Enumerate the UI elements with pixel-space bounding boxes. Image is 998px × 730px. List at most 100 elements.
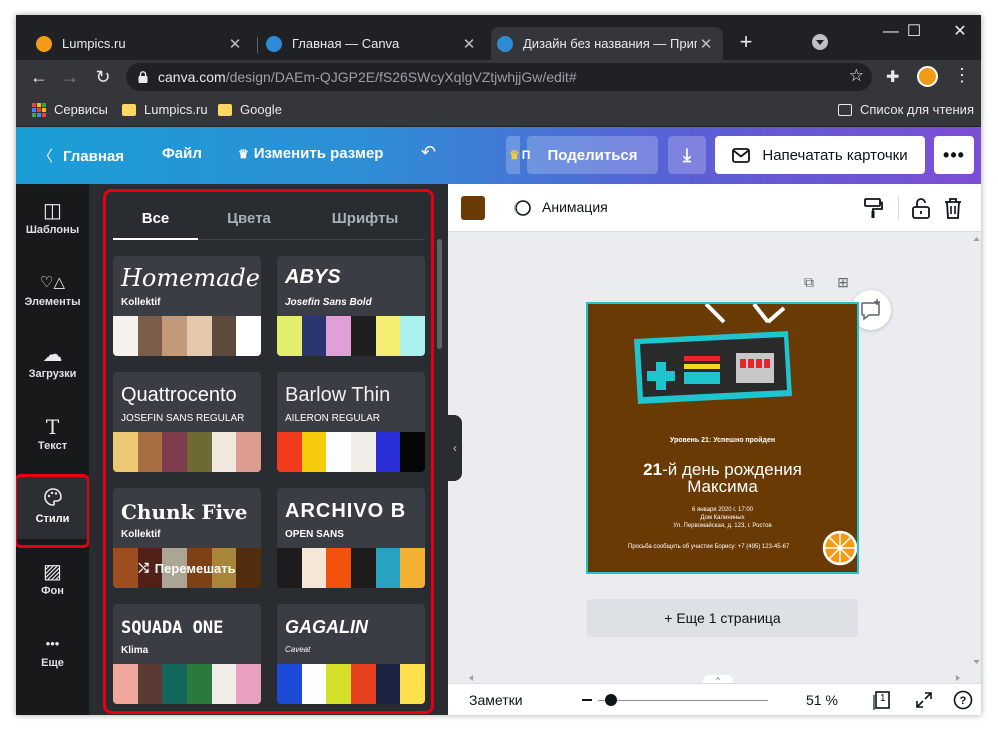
design-canvas[interactable]: Уровень 21: Успешно пройден 21-й день ро… [586, 302, 859, 574]
tab-strip: Lumpics.ru ✕ Главная — Canva ✕ Дизайн бе… [16, 15, 981, 60]
editor-scrollbar-vertical[interactable] [972, 232, 981, 673]
download-icon[interactable]: ⤓ [668, 136, 706, 174]
styles-panel: Все Цвета Шрифты Homemade a Kollektif AB… [89, 184, 448, 715]
profile-avatar[interactable] [917, 66, 938, 87]
bookmark-google[interactable]: Google [218, 102, 282, 117]
envelope-icon [732, 147, 751, 163]
canva-favicon-icon [497, 35, 513, 52]
rail-more[interactable]: ••• Еще [16, 621, 89, 683]
close-tab-icon[interactable]: ✕ [460, 35, 478, 53]
help-icon[interactable]: ? [953, 690, 973, 710]
rail-background[interactable]: ▨ Фон [16, 549, 89, 611]
tab-title: Главная — Canva [292, 36, 400, 51]
background-hatch-icon: ▨ [43, 561, 62, 583]
tab-lumpics[interactable]: Lumpics.ru ✕ [30, 27, 252, 60]
notes-button[interactable]: Заметки [469, 692, 523, 708]
rail-text[interactable]: T Текст [16, 404, 89, 466]
unlock-icon[interactable] [910, 196, 932, 220]
maximize-icon[interactable]: ☐ [891, 21, 937, 45]
editor-bottom-bar: Заметки 51 % 1 ? [448, 683, 981, 715]
forward-icon[interactable]: → [57, 64, 83, 90]
upload-cloud-icon: ☁ [42, 344, 63, 366]
reading-list-icon [838, 103, 852, 116]
close-tab-icon[interactable]: ✕ [697, 35, 715, 53]
upgrade-button[interactable]: ♛ П [506, 136, 530, 174]
tab-title: Дизайн без названия — Пригл [523, 36, 697, 51]
more-options-button[interactable]: ••• [934, 136, 974, 174]
side-rail: ◫ Шаблоны ♡△ Элементы ☁ Загрузки T Текст Сти… [16, 184, 90, 715]
close-tab-icon[interactable]: ✕ [226, 35, 244, 53]
design-title: 21-й день рождения Максима [643, 460, 802, 496]
elements-icon: ♡△ [40, 274, 65, 291]
panel-scrollbar[interactable] [437, 239, 442, 349]
undo-icon[interactable]: ↶ [421, 142, 436, 163]
text-icon: T [45, 415, 60, 439]
rail-uploads[interactable]: ☁ Загрузки [16, 332, 89, 394]
more-dots-icon: ••• [45, 636, 60, 651]
apps-grid-icon [32, 102, 46, 117]
add-page-button[interactable]: + Еще 1 страница [587, 599, 858, 637]
svg-text:?: ? [960, 695, 967, 707]
canva-header: 〈 Главная Файл ♛ Изменить размер ↶ ♛ П Поде… [16, 127, 981, 184]
tab-canva-home[interactable]: Главная — Canva ✕ [260, 27, 486, 60]
copy-style-icon[interactable] [862, 196, 884, 220]
duplicate-page-icon[interactable]: ⧉ [800, 273, 818, 291]
panel-highlight-frame [103, 189, 434, 714]
design-details: 6 января 2020 г. 17:00 Дом Калининых Ул. П… [673, 507, 772, 529]
lock-icon [138, 71, 148, 83]
file-menu[interactable]: Файл [162, 145, 202, 162]
close-window-icon[interactable]: ✕ [937, 21, 981, 45]
browser-window: Lumpics.ru ✕ Главная — Canva ✕ Дизайн бе… [16, 15, 981, 715]
browser-menu-icon[interactable]: ⋮ [953, 66, 971, 84]
zoom-out-icon[interactable] [582, 699, 592, 701]
resize-button[interactable]: ♛ Изменить размер [238, 145, 383, 162]
editor-toolbar: Анимация [448, 184, 981, 232]
design-rsvp: Просьба сообщить об участии Борису: +7 (… [628, 544, 790, 550]
rail-elements[interactable]: ♡△ Элементы [16, 260, 89, 322]
crown-icon: ♛ [238, 147, 249, 161]
rail-templates[interactable]: ◫ Шаблоны [16, 188, 89, 250]
bookmarks-bar: Сервисы Lumpics.ru Google Список для чте… [16, 94, 981, 127]
bookmark-lumpics[interactable]: Lumpics.ru [122, 102, 208, 117]
tab-title: Lumpics.ru [62, 36, 126, 51]
folder-icon [218, 103, 232, 116]
new-tab-button[interactable]: + [732, 29, 760, 57]
share-button[interactable]: Поделиться [527, 136, 658, 174]
address-bar[interactable]: canva.com/design/DAEm-QJGP2E/fS26SWcyXql… [126, 63, 872, 91]
back-icon[interactable]: ← [26, 64, 52, 90]
bookmark-label: Lumpics.ru [144, 102, 208, 117]
collapse-panel-button[interactable]: ‹ [448, 415, 462, 481]
print-cards-button[interactable]: Напечатать карточки [715, 136, 925, 174]
zoom-slider[interactable] [598, 700, 768, 701]
page-count-button[interactable]: 1 [872, 690, 892, 710]
reload-icon[interactable]: ↻ [90, 64, 116, 90]
tab-search-icon[interactable] [812, 34, 828, 50]
tab-separator [257, 37, 258, 53]
bookmark-star-icon[interactable]: ☆ [849, 66, 864, 86]
add-page-icon[interactable]: ⊞ [834, 273, 852, 291]
reading-list[interactable]: Список для чтения [838, 102, 974, 117]
editor-area: Анимация ⧉ ⊞ Уровень 21: Успешно пройден… [448, 184, 981, 715]
browser-toolbar: ← → ↻ canva.com/design/DAEm-QJGP2E/fS26S… [16, 60, 981, 94]
fullscreen-icon[interactable] [914, 690, 934, 710]
tab-canva-design[interactable]: Дизайн без названия — Пригл ✕ [491, 27, 723, 60]
chevron-left-icon: 〈 [38, 148, 54, 165]
home-link[interactable]: 〈 Главная [38, 145, 124, 166]
animation-button[interactable]: Анимация [542, 199, 608, 215]
templates-icon: ◫ [43, 200, 62, 222]
trash-icon[interactable] [942, 196, 964, 220]
toolbar-divider [898, 196, 899, 220]
background-color-button[interactable] [461, 196, 485, 220]
zoom-slider-handle[interactable] [604, 694, 617, 706]
canva-favicon-icon [266, 35, 282, 52]
crown-icon: ♛ [509, 148, 520, 162]
animation-icon [514, 200, 531, 216]
bookmark-services[interactable]: Сервисы [32, 102, 108, 117]
styles-highlight-frame [16, 474, 90, 548]
design-level-text: Уровень 21: Успешно пройден [669, 437, 776, 444]
orange-favicon-icon [36, 35, 52, 52]
folder-icon [122, 103, 136, 116]
zoom-value[interactable]: 51 % [806, 692, 838, 708]
reading-list-label: Список для чтения [860, 102, 974, 117]
extensions-puzzle-icon[interactable]: ✚ [886, 67, 899, 87]
